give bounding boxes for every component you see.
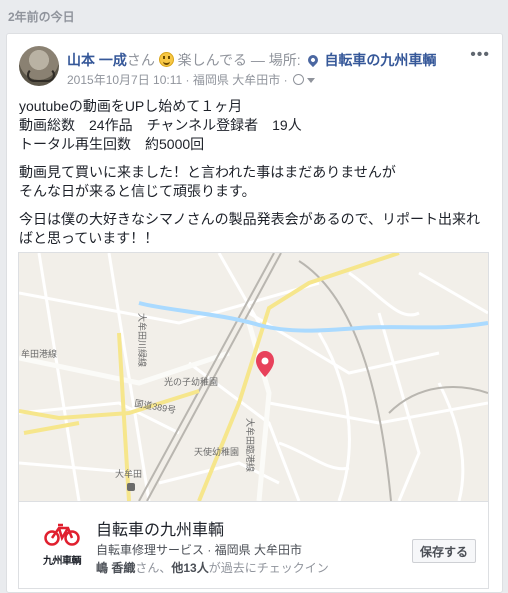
post-text: youtubeの動画をUPし始めて１ヶ月 動画総数 24作品 チャンネル登録者 …	[19, 97, 489, 257]
post-line: 動画総数 24作品 チャンネル登録者 19人	[19, 117, 302, 133]
map-view[interactable]: 大牟田川緑線 牟田港線 光の子幼稚園 国道389号 天使幼稚園 大牟田 大牟田臨…	[19, 253, 488, 501]
location-pin-icon	[305, 52, 320, 68]
post-line: 今日は僕の大好きなシマノさんの製品発表会があるので、リポート出来れ	[19, 211, 481, 227]
map-label: 大牟田臨港線	[245, 418, 256, 472]
place-info: 九州車輌 自転車の九州車輌 自転車修理サービス · 福岡県 大牟田市 嶋 香織さ…	[19, 501, 488, 588]
author-name-link[interactable]: 山本 一成	[67, 52, 127, 68]
post-line: 動画見て買いに来ました！と言われた事はまだありませんが	[19, 164, 396, 180]
post-meta: 2015年10月7日 10:11 · 福岡県 大牟田市 ·	[67, 71, 315, 88]
map-label: 大牟田	[115, 468, 142, 479]
more-options-icon[interactable]: •••	[470, 46, 490, 64]
place-logo[interactable]: 九州車輌	[33, 516, 91, 574]
checkin-others-link[interactable]: 他13人	[171, 561, 208, 575]
post-paragraph: 今日は僕の大好きなシマノさんの製品発表会があるので、リポート出来れ ばと思ってい…	[19, 210, 489, 248]
globe-icon[interactable]	[292, 74, 304, 85]
privacy-separator: ·	[283, 73, 288, 87]
post-card: 山本 一成さん 楽しんでる — 場所: 自転車の九州車輌 2015年10月7日 …	[6, 33, 503, 593]
place-category: 自転車修理サービス · 福岡県 大牟田市	[96, 543, 302, 557]
checkin-suffix: が過去にチェックイン	[208, 561, 329, 575]
post-paragraph: 動画見て買いに来ました！と言われた事はまだありませんが そんな日が来ると信じて頑…	[19, 163, 489, 201]
map-graphic: 大牟田川緑線 牟田港線 光の子幼稚園 国道389号 天使幼稚園 大牟田 大牟田臨…	[19, 253, 488, 501]
post-line: youtubeの動画をUPし始めて１ヶ月	[19, 98, 243, 114]
post-paragraph: youtubeの動画をUPし始めて１ヶ月 動画総数 24作品 チャンネル登録者 …	[19, 97, 489, 154]
meta-location-link[interactable]: 福岡県 大牟田市	[193, 73, 280, 87]
map-label: 大牟田川緑線	[137, 313, 148, 367]
location-link[interactable]: 自転車の九州車輌	[324, 52, 436, 68]
place-checkins: 嶋 香織さん、他13人が過去にチェックイン	[96, 559, 329, 576]
smile-emoji-icon	[158, 52, 174, 67]
map-attachment[interactable]: 大牟田川緑線 牟田港線 光の子幼稚園 国道389号 天使幼稚園 大牟田 大牟田臨…	[18, 252, 489, 589]
memory-header: 2年前の今日	[8, 10, 75, 24]
timestamp-link[interactable]: 2015年10月7日 10:11	[67, 73, 182, 87]
author-line: 山本 一成さん 楽しんでる — 場所: 自転車の九州車輌	[67, 50, 436, 70]
checkin-mid: さん、	[135, 561, 172, 575]
station-icon	[127, 483, 135, 491]
map-label: 光の子幼稚園	[164, 376, 218, 387]
feeling-text: 楽しんでる	[177, 52, 247, 68]
bicycle-icon	[44, 523, 80, 546]
map-label: 牟田港線	[21, 348, 57, 359]
post-line: ばと思っています！！	[19, 230, 159, 246]
chevron-down-icon[interactable]	[306, 78, 315, 83]
save-button[interactable]: 保存する	[412, 539, 476, 563]
avatar-photo-icon	[27, 68, 55, 82]
map-label: 天使幼稚園	[194, 446, 239, 457]
logo-text: 九州車輌	[43, 556, 82, 567]
place-name-link[interactable]: 自転車の九州車輌	[96, 516, 224, 540]
checkin-friend-link[interactable]: 嶋 香織	[96, 561, 135, 575]
meta-separator: ·	[185, 73, 190, 87]
post-line: そんな日が来ると信じて頑張ります。	[19, 183, 256, 199]
post-line: トータル再生回数 約5000回	[19, 136, 205, 152]
author-suffix: さん	[126, 52, 155, 68]
avatar[interactable]	[19, 46, 59, 86]
location-separator: — 場所:	[246, 52, 301, 68]
